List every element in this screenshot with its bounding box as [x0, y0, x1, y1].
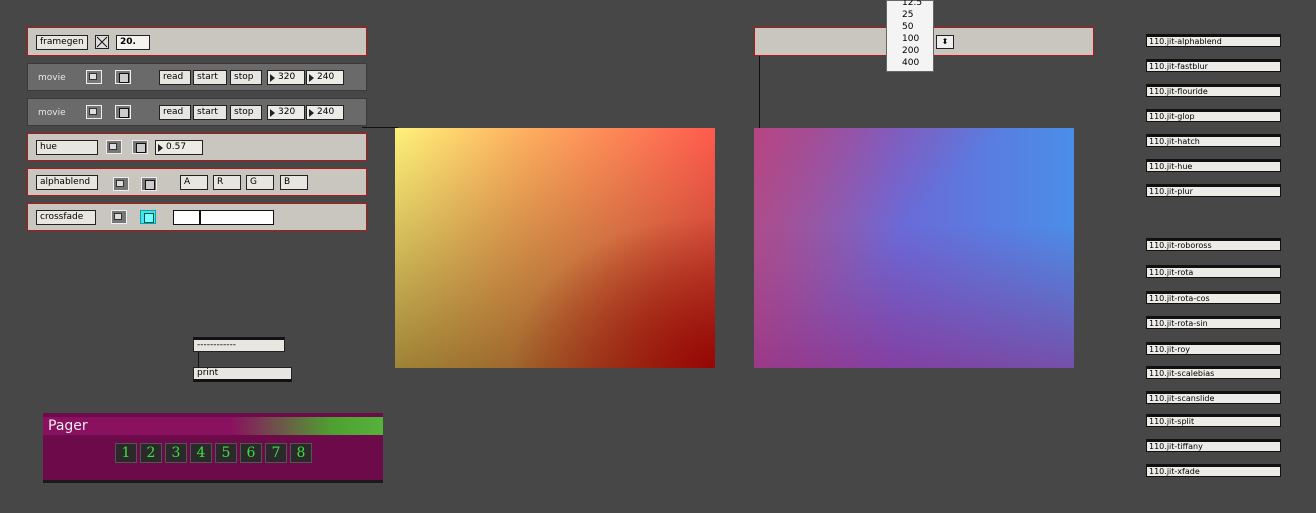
hue-number[interactable]: 0.57: [155, 140, 203, 155]
show-patch-icon[interactable]: [140, 210, 156, 224]
open-window-icon[interactable]: [86, 70, 102, 84]
r-field[interactable]: R: [213, 175, 241, 190]
abstraction-roboross[interactable]: 110.jit-roboross: [1146, 238, 1281, 251]
menu-item[interactable]: 100: [887, 33, 933, 45]
height-number[interactable]: 240: [306, 70, 344, 85]
stop-button[interactable]: stop: [230, 105, 262, 120]
abstraction-rota[interactable]: 110.jit-rota: [1146, 265, 1281, 278]
abstraction-xfade[interactable]: 110.jit-xfade: [1146, 464, 1281, 477]
pager-panel: Pager 1 2 3 4 5 6 7 8: [43, 413, 383, 483]
abstraction-hue[interactable]: 110.jit-hue: [1146, 159, 1281, 172]
g-field[interactable]: G: [246, 175, 274, 190]
abstraction-rota-cos[interactable]: 110.jit-rota-cos: [1146, 291, 1281, 304]
hue-strip: hue 0.57: [27, 133, 367, 161]
zoom-menu-arrow[interactable]: ⬍: [936, 35, 954, 49]
toggle-button[interactable]: [95, 35, 109, 49]
read-button[interactable]: read: [159, 70, 191, 85]
abstraction-alphablend[interactable]: 110.jit-alphablend: [1146, 34, 1281, 47]
menu-item[interactable]: 12.5: [887, 0, 933, 9]
menu-item[interactable]: 400: [887, 57, 933, 69]
b-field[interactable]: B: [280, 175, 308, 190]
print-object[interactable]: print: [193, 367, 292, 382]
video-display-1: [395, 128, 715, 368]
show-patch-icon[interactable]: [115, 105, 131, 119]
movie-strip-2: movie read start stop 320 240: [27, 98, 367, 126]
crossfade-strip: crossfade: [27, 203, 367, 231]
abstraction-scalebias[interactable]: 110.jit-scalebias: [1146, 366, 1281, 379]
alphablend-label: alphablend: [36, 175, 98, 190]
stop-button[interactable]: stop: [230, 70, 262, 85]
framegen-number[interactable]: 20.: [116, 35, 150, 50]
framegen-strip: framegen 20.: [27, 27, 367, 56]
open-window-icon[interactable]: [86, 105, 102, 119]
message-box[interactable]: ------------: [193, 337, 285, 352]
crossfade-slider[interactable]: [173, 210, 274, 225]
pager-title: Pager: [43, 417, 383, 435]
page-button-7[interactable]: 7: [265, 443, 287, 463]
page-button-3[interactable]: 3: [165, 443, 187, 463]
height-number[interactable]: 240: [306, 105, 344, 120]
patch-cord: [198, 351, 199, 368]
menu-item[interactable]: 50: [887, 21, 933, 33]
open-window-icon[interactable]: [111, 210, 127, 224]
patch-cord: [759, 56, 760, 128]
x-icon: [96, 36, 108, 48]
page-button-4[interactable]: 4: [190, 443, 212, 463]
abstraction-rota-sin[interactable]: 110.jit-rota-sin: [1146, 316, 1281, 329]
hue-label: hue: [36, 140, 98, 155]
show-patch-icon[interactable]: [132, 140, 148, 154]
video-display-2: [754, 128, 1074, 368]
movie-label: movie: [38, 73, 66, 83]
abstraction-glop[interactable]: 110.jit-glop: [1146, 109, 1281, 122]
abstraction-split[interactable]: 110.jit-split: [1146, 414, 1281, 427]
show-patch-icon[interactable]: [141, 177, 157, 191]
abstraction-hatch[interactable]: 110.jit-hatch: [1146, 134, 1281, 147]
zoom-menu-popup[interactable]: 12.5 25 50 100 200 400: [886, 0, 934, 72]
abstraction-fastblur[interactable]: 110.jit-fastblur: [1146, 59, 1281, 72]
menu-item[interactable]: 200: [887, 45, 933, 57]
abstraction-scanslide[interactable]: 110.jit-scanslide: [1146, 391, 1281, 404]
read-button[interactable]: read: [159, 105, 191, 120]
start-button[interactable]: start: [193, 105, 227, 120]
patch-cord: [362, 127, 398, 128]
abstraction-tiffany[interactable]: 110.jit-tiffany: [1146, 439, 1281, 452]
crossfade-label: crossfade: [36, 210, 96, 225]
page-button-8[interactable]: 8: [290, 443, 312, 463]
updown-arrow-icon: ⬍: [941, 37, 949, 46]
start-button[interactable]: start: [193, 70, 227, 85]
menu-item[interactable]: 25: [887, 9, 933, 21]
show-patch-icon[interactable]: [115, 70, 131, 84]
width-number[interactable]: 320: [267, 70, 305, 85]
page-button-2[interactable]: 2: [140, 443, 162, 463]
page-button-6[interactable]: 6: [240, 443, 262, 463]
slider-thumb[interactable]: [199, 211, 202, 224]
page-button-5[interactable]: 5: [215, 443, 237, 463]
abstraction-roy[interactable]: 110.jit-roy: [1146, 342, 1281, 355]
framegen-label: framegen: [36, 35, 88, 50]
width-number[interactable]: 320: [267, 105, 305, 120]
abstraction-plur[interactable]: 110.jit-plur: [1146, 184, 1281, 197]
alphablend-strip: alphablend A R G B: [27, 168, 367, 196]
movie-label: movie: [38, 108, 66, 118]
open-window-icon[interactable]: [106, 140, 122, 154]
page-button-1[interactable]: 1: [115, 443, 137, 463]
abstraction-flouride[interactable]: 110.jit-flouride: [1146, 84, 1281, 97]
a-field[interactable]: A: [180, 175, 208, 190]
movie-strip-1: movie read start stop 320 240: [27, 63, 367, 91]
open-window-icon[interactable]: [113, 177, 129, 191]
